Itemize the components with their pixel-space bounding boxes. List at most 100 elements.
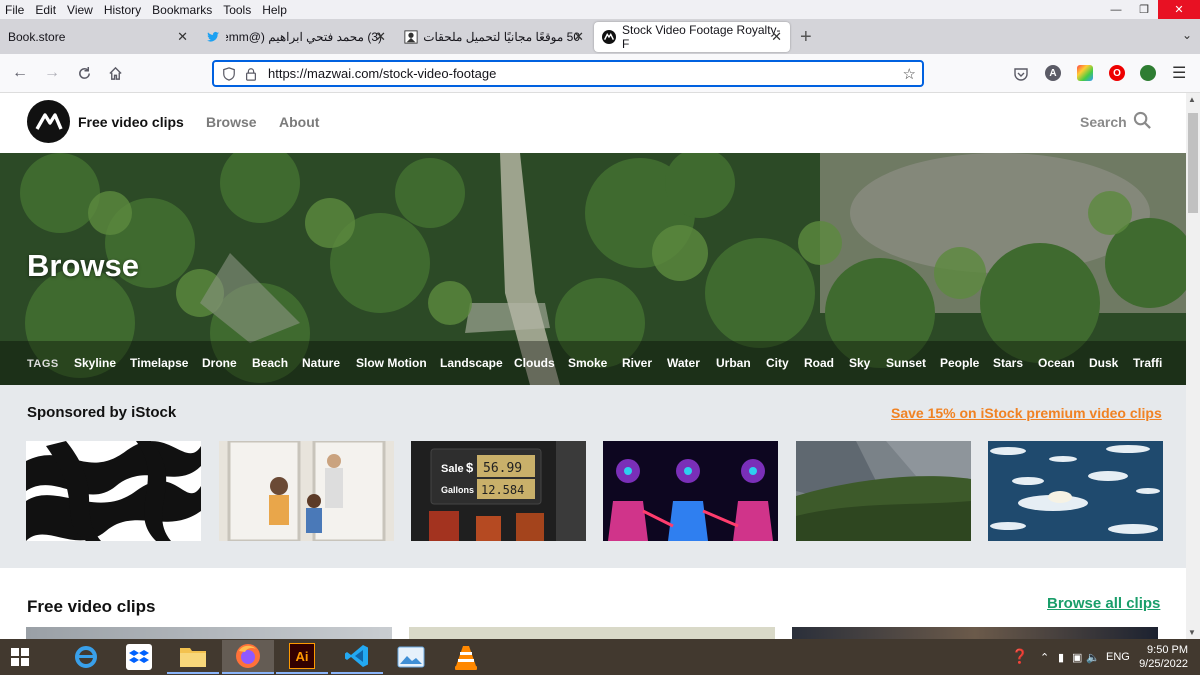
language-indicator[interactable]: ENG — [1106, 651, 1130, 663]
hamburger-menu-icon[interactable]: ☰ — [1172, 63, 1186, 83]
search-icon[interactable] — [1133, 111, 1152, 130]
menu-view[interactable]: View — [62, 3, 99, 17]
forest-landscape-image — [796, 441, 971, 541]
tab-mazwai[interactable]: Stock Video Footage Royalty-F ✕ — [594, 22, 790, 52]
tag-people[interactable]: People — [940, 356, 979, 370]
tab-article[interactable]: 50 موقعًا مجانيًا لتحميل ملحقات تصم ✕ — [396, 22, 592, 52]
taskbar-illustrator[interactable]: Ai — [276, 640, 328, 674]
close-tab-icon[interactable]: ✕ — [771, 29, 782, 45]
reload-icon[interactable] — [77, 66, 92, 81]
mazwai-logo[interactable] — [27, 100, 70, 143]
tag-sunset[interactable]: Sunset — [886, 356, 926, 370]
page-scrollbar[interactable]: ▲ ▼ — [1186, 93, 1200, 639]
tag-stars[interactable]: Stars — [993, 356, 1023, 370]
tag-traffic[interactable]: Traffi — [1133, 356, 1162, 370]
nav-about[interactable]: About — [279, 114, 319, 130]
tag-drone[interactable]: Drone — [202, 356, 237, 370]
menu-file[interactable]: File — [0, 3, 30, 17]
tag-sky[interactable]: Sky — [849, 356, 870, 370]
bookmark-star-icon[interactable]: ☆ — [903, 65, 916, 83]
color-picker-icon[interactable] — [1077, 65, 1093, 81]
account-icon[interactable]: A — [1045, 65, 1061, 81]
close-tab-icon[interactable]: ✕ — [177, 29, 188, 45]
show-hidden-icons[interactable]: ⌃ — [1040, 651, 1049, 664]
brand-name[interactable]: Free video clips — [78, 114, 184, 130]
menu-edit[interactable]: Edit — [30, 3, 62, 17]
tag-urban[interactable]: Urban — [716, 356, 751, 370]
clip-thumbnail[interactable] — [409, 627, 775, 639]
close-tab-icon[interactable]: ✕ — [573, 29, 584, 45]
battery-icon[interactable]: ▮ — [1058, 651, 1064, 664]
tag-smoke[interactable]: Smoke — [568, 356, 607, 370]
sponsored-thumbnail-children[interactable] — [219, 441, 394, 541]
firefox-icon — [236, 644, 260, 668]
scroll-up-icon[interactable]: ▲ — [1188, 95, 1196, 104]
illustrator-icon: Ai — [289, 643, 315, 669]
menu-bookmarks[interactable]: Bookmarks — [147, 3, 218, 17]
taskbar-internet-explorer[interactable] — [60, 640, 112, 674]
new-tab-icon[interactable]: + — [800, 26, 812, 49]
tag-city[interactable]: City — [766, 356, 789, 370]
menu-help[interactable]: Help — [257, 3, 293, 17]
dollar-sign-icon: $ — [466, 460, 474, 475]
taskbar-file-explorer[interactable] — [167, 640, 219, 674]
taskbar-dropbox[interactable] — [113, 640, 165, 674]
minimize-icon[interactable]: — — [1102, 0, 1130, 19]
opera-icon[interactable]: O — [1109, 65, 1125, 81]
shield-icon[interactable] — [222, 66, 236, 81]
volume-icon[interactable]: 🔈 — [1086, 651, 1100, 664]
address-bar[interactable]: https://mazwai.com/stock-video-footage ☆ — [212, 60, 924, 87]
sponsored-thumbnail-polar[interactable] — [988, 441, 1163, 541]
scrollbar-thumb[interactable] — [1188, 113, 1198, 213]
search-link[interactable]: Search — [1080, 114, 1127, 130]
tag-slow-motion[interactable]: Slow Motion — [356, 356, 427, 370]
site-header: Free video clips Browse About Search — [0, 93, 1186, 153]
forward-icon[interactable]: → — [44, 64, 60, 82]
tag-road[interactable]: Road — [804, 356, 834, 370]
url-text[interactable]: https://mazwai.com/stock-video-footage — [268, 66, 496, 81]
tag-dusk[interactable]: Dusk — [1089, 356, 1118, 370]
istock-promo-link[interactable]: Save 15% on iStock premium video clips — [891, 405, 1162, 421]
menu-tools[interactable]: Tools — [218, 3, 257, 17]
taskbar-firefox[interactable] — [222, 640, 274, 674]
back-icon[interactable]: ← — [12, 64, 28, 82]
system-clock[interactable]: 9:50 PM 9/25/2022 — [1136, 643, 1188, 671]
network-icon[interactable]: ▣ — [1072, 651, 1082, 664]
lock-icon[interactable] — [244, 67, 258, 81]
scroll-down-icon[interactable]: ▼ — [1188, 628, 1196, 637]
clip-thumbnail[interactable] — [792, 627, 1158, 639]
tag-water[interactable]: Water — [667, 356, 700, 370]
tag-landscape[interactable]: Landscape — [440, 356, 503, 370]
extension-icon[interactable] — [1140, 65, 1156, 81]
tab-label: (3) محمد فتحي ابراهيم (@memm — [226, 30, 382, 44]
restore-icon[interactable]: ❐ — [1130, 0, 1158, 19]
tag-ocean[interactable]: Ocean — [1038, 356, 1075, 370]
clip-thumbnail[interactable] — [26, 627, 392, 639]
close-tab-icon[interactable]: ✕ — [375, 29, 386, 45]
tag-nature[interactable]: Nature — [302, 356, 340, 370]
taskbar-photos[interactable] — [385, 640, 437, 674]
close-window-icon[interactable]: ✕ — [1158, 0, 1200, 19]
browse-all-clips-link[interactable]: Browse all clips — [1047, 595, 1160, 612]
help-icon[interactable]: ❓ — [1011, 648, 1028, 665]
tab-twitter[interactable]: (3) محمد فتحي ابراهيم (@memm ✕ — [198, 22, 394, 52]
tags-label: TAGS — [27, 358, 59, 370]
list-all-tabs-icon[interactable]: ⌄ — [1182, 28, 1192, 42]
tag-clouds[interactable]: Clouds — [514, 356, 555, 370]
taskbar-vscode[interactable] — [331, 640, 383, 674]
nav-browse[interactable]: Browse — [206, 114, 257, 130]
sponsored-thumbnail-forest[interactable] — [796, 441, 971, 541]
tag-skyline[interactable]: Skyline — [74, 356, 116, 370]
home-icon[interactable] — [108, 66, 123, 81]
menu-history[interactable]: History — [99, 3, 147, 17]
start-button[interactable] — [0, 640, 40, 674]
taskbar-vlc[interactable] — [440, 640, 492, 674]
tab-book-store[interactable]: Book.store ✕ — [0, 22, 196, 52]
sponsored-thumbnail-robots[interactable] — [603, 441, 778, 541]
tag-beach[interactable]: Beach — [252, 356, 288, 370]
sponsored-thumbnail-abstract[interactable] — [26, 441, 201, 541]
tag-timelapse[interactable]: Timelapse — [130, 356, 188, 370]
tag-river[interactable]: River — [622, 356, 652, 370]
sponsored-thumbnail-gas-pump[interactable]: Sale $ 56.99 Gallons 12.584 — [411, 441, 586, 541]
pocket-icon[interactable] — [1013, 66, 1029, 82]
